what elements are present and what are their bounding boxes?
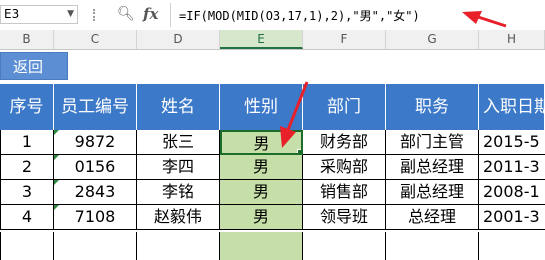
cell-position[interactable]: 副总经理 [386, 180, 479, 205]
cell-gender-active[interactable]: 男 [220, 130, 303, 155]
cell-department[interactable]: 采购部 [303, 155, 386, 180]
cell-position[interactable]: 总经理 [386, 205, 479, 230]
table-header-row: 序号 员工编号 姓名 性别 部门 职务 入职日期 [0, 84, 545, 130]
comment-indicator [54, 180, 59, 185]
cell-name[interactable]: 张三 [137, 130, 220, 155]
column-header-d[interactable]: D [137, 30, 220, 49]
cell-index[interactable]: 4 [0, 205, 54, 230]
formula-input[interactable]: =IF(MOD(MID(O3,17,1),2),"男","女") [170, 3, 545, 27]
table-row: 2 0156 李四 男 采购部 副总经理 2011-3 [0, 155, 545, 180]
back-button[interactable]: 返回 [0, 52, 68, 80]
header-gender[interactable]: 性别 [220, 84, 303, 130]
fx-icon[interactable]: fx [143, 5, 158, 23]
cell-text: 7108 [74, 207, 116, 226]
cell-position[interactable]: 副总经理 [386, 155, 479, 180]
empty-cell[interactable] [0, 232, 54, 260]
cell-name[interactable]: 李铭 [137, 180, 220, 205]
column-header-c[interactable]: C [54, 30, 137, 49]
cell-department[interactable]: 销售部 [303, 180, 386, 205]
cell-employee-id[interactable]: 9872 [54, 130, 137, 155]
cell-name[interactable]: 赵毅伟 [137, 205, 220, 230]
cell-text: 男 [253, 134, 270, 153]
formula-bar: E3 ▼ 🔍︎ fx =IF(MOD(MID(O3,17,1),2),"男","… [0, 0, 545, 31]
cell-index[interactable]: 2 [0, 155, 54, 180]
header-position[interactable]: 职务 [386, 84, 479, 130]
empty-cell[interactable] [303, 232, 386, 260]
cell-hire-date[interactable]: 2011-3 [479, 155, 545, 180]
cell-reference: E3 [4, 7, 20, 21]
cell-text: 2843 [74, 182, 116, 201]
cell-gender[interactable]: 男 [220, 155, 303, 180]
header-hire-date[interactable]: 入职日期 [479, 84, 545, 130]
cell-hire-date[interactable]: 2001-3 [479, 205, 545, 230]
formula-text: =IF(MOD(MID(O3,17,1),2),"男","女") [179, 9, 420, 23]
empty-cell-gender[interactable] [220, 232, 303, 260]
sheet-grid: 返回 序号 员工编号 姓名 性别 部门 职务 入职日期 1 9872 张三 男 … [0, 50, 545, 260]
separator-handle [93, 9, 99, 21]
cell-name[interactable]: 李四 [137, 155, 220, 180]
column-header-e[interactable]: E [220, 30, 303, 49]
table-row: 3 2843 李铭 男 销售部 副总经理 2008-1 [0, 180, 545, 205]
column-header-bar: B C D E F G H [0, 30, 545, 50]
cell-employee-id[interactable]: 0156 [54, 155, 137, 180]
cell-gender[interactable]: 男 [220, 180, 303, 205]
comment-indicator [54, 205, 59, 210]
header-name[interactable]: 姓名 [137, 84, 220, 130]
table-row: 1 9872 张三 男 财务部 部门主管 2015-5 [0, 130, 545, 155]
cell-department[interactable]: 领导班 [303, 205, 386, 230]
chevron-down-icon[interactable]: ▼ [67, 9, 74, 19]
cell-hire-date[interactable]: 2015-5 [479, 130, 545, 155]
column-header-g[interactable]: G [386, 30, 479, 49]
comment-indicator [54, 155, 59, 160]
header-department[interactable]: 部门 [303, 84, 386, 130]
column-header-b[interactable]: B [0, 30, 54, 49]
table-row: 4 7108 赵毅伟 男 领导班 总经理 2001-3 [0, 205, 545, 230]
empty-row [0, 232, 545, 260]
cell-index[interactable]: 3 [0, 180, 54, 205]
column-header-f[interactable]: F [303, 30, 386, 49]
cell-employee-id[interactable]: 7108 [54, 205, 137, 230]
empty-cell[interactable] [137, 232, 220, 260]
cell-index[interactable]: 1 [0, 130, 54, 155]
column-header-h[interactable]: H [479, 30, 545, 49]
comment-indicator [54, 130, 59, 135]
cell-text: 9872 [74, 132, 116, 151]
cell-text: 0156 [74, 157, 116, 176]
empty-cell[interactable] [479, 232, 545, 260]
cell-department[interactable]: 财务部 [303, 130, 386, 155]
empty-cell[interactable] [386, 232, 479, 260]
header-employee-id[interactable]: 员工编号 [54, 84, 137, 130]
header-index[interactable]: 序号 [0, 84, 54, 130]
name-box[interactable]: E3 ▼ [0, 5, 78, 24]
cell-employee-id[interactable]: 2843 [54, 180, 137, 205]
cell-hire-date[interactable]: 2008-1 [479, 180, 545, 205]
empty-cell[interactable] [54, 232, 137, 260]
cell-gender[interactable]: 男 [220, 205, 303, 230]
zoom-icon[interactable]: 🔍︎ [117, 6, 135, 22]
cell-position[interactable]: 部门主管 [386, 130, 479, 155]
